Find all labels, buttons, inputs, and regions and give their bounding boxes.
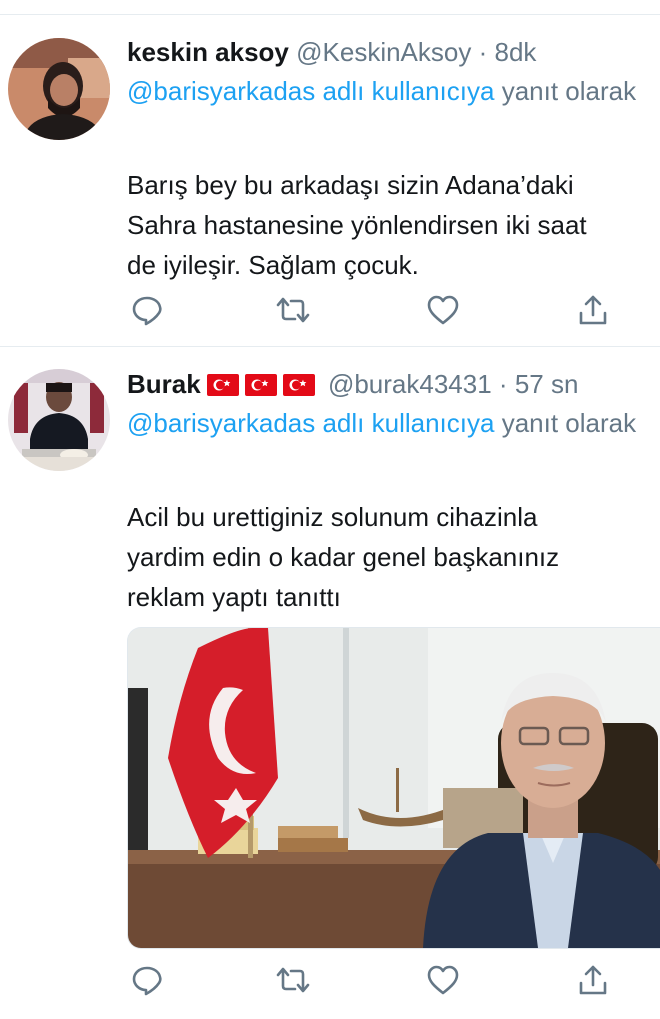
share-button[interactable] (573, 962, 613, 998)
turkey-flag-icon (206, 374, 239, 396)
tweet-actions (127, 962, 617, 998)
reply-button[interactable] (127, 962, 167, 998)
like-button[interactable] (423, 962, 463, 998)
tweet-header: Burak @burak43431 · 57 sn (127, 367, 660, 404)
avatar[interactable] (8, 38, 110, 140)
share-button[interactable] (573, 292, 613, 328)
share-icon (579, 295, 607, 325)
reply-icon (132, 296, 162, 326)
reply-context: @barisyarkadas adlı kullanıcıya yanıt ol… (127, 70, 650, 112)
reply-mention-link[interactable]: @barisyarkadas adlı kullanıcıya (127, 408, 494, 438)
avatar[interactable] (8, 369, 110, 471)
tweet[interactable]: keskin aksoy @KeskinAksoy · 8dk @barisya… (0, 15, 660, 346)
reply-suffix: yanıt olarak (501, 408, 637, 438)
retweet-button[interactable] (273, 292, 313, 328)
timestamp[interactable]: 57 sn (515, 369, 579, 399)
user-handle[interactable]: @KeskinAksoy (296, 37, 471, 67)
reply-suffix: yanıt olarak (501, 76, 637, 106)
reply-icon (132, 966, 162, 996)
reply-context: @barisyarkadas adlı kullanıcıya yanıt ol… (127, 402, 650, 444)
tweet-header: keskin aksoy @KeskinAksoy · 8dk (127, 35, 660, 69)
turkey-flag-icon (282, 374, 315, 396)
name-flags (206, 370, 321, 404)
turkey-flag-icon (244, 374, 277, 396)
tweet-text: Barış bey bu arkadaşı sizin Adana’daki S… (127, 170, 587, 280)
display-name[interactable]: keskin aksoy (127, 37, 289, 67)
reply-mention-link[interactable]: @barisyarkadas adlı kullanıcıya (127, 76, 494, 106)
share-icon (579, 965, 607, 995)
tweet-photo[interactable] (127, 627, 660, 949)
tweet-actions (127, 292, 617, 328)
separator: · (498, 369, 508, 399)
separator: · (478, 37, 488, 67)
user-handle[interactable]: @burak43431 (328, 369, 492, 399)
like-icon (427, 965, 459, 995)
retweet-icon (276, 297, 310, 323)
reply-button[interactable] (127, 292, 167, 328)
like-button[interactable] (423, 292, 463, 328)
retweet-button[interactable] (273, 962, 313, 998)
like-icon (427, 295, 459, 325)
tweet-text: Acil bu urettiginiz solunum cihazinla ya… (127, 502, 560, 612)
timestamp[interactable]: 8dk (495, 37, 537, 67)
display-name[interactable]: Burak (127, 369, 201, 399)
tweet[interactable]: Burak @burak43431 · 57 sn @barisyarkadas… (0, 347, 660, 1019)
retweet-icon (276, 967, 310, 993)
